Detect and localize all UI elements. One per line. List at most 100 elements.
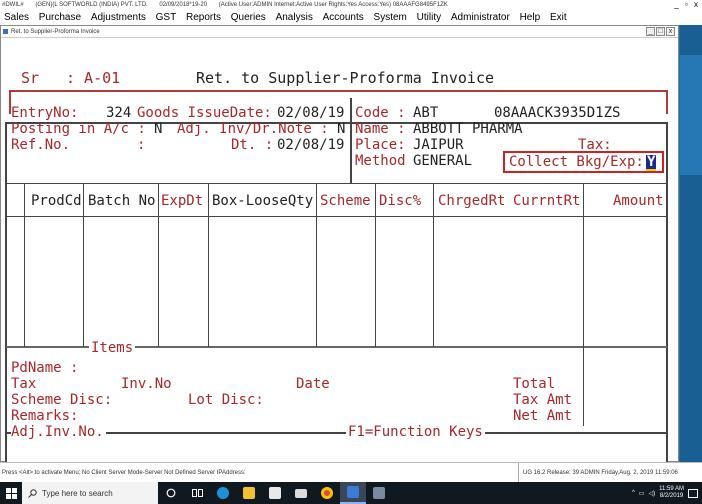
menu-exit[interactable]: Exit	[550, 10, 567, 25]
divider	[350, 98, 352, 184]
col-header-amount[interactable]: Amount	[613, 193, 664, 209]
tax-footer-label: Tax	[11, 376, 37, 392]
pdname-label: PdName :	[11, 360, 79, 376]
close-button[interactable]: x	[666, 27, 675, 36]
col-separator	[208, 183, 209, 347]
col-separator	[583, 347, 584, 426]
name-label: Name :	[355, 121, 406, 137]
name-field[interactable]: ABBOTT PHARMA	[413, 121, 523, 137]
col-header-currntrt[interactable]: CurrntRt	[513, 193, 580, 209]
taskbar-search[interactable]: Type here to search	[22, 482, 158, 504]
edge-browser-icon[interactable]	[210, 482, 236, 504]
col-header-disc[interactable]: Disc%	[379, 193, 421, 209]
sr-label: Sr	[21, 69, 40, 87]
clock[interactable]: 11:59 AM 8/2/2019	[659, 486, 684, 500]
file-explorer-icon[interactable]	[236, 482, 262, 504]
col-header-prodcd[interactable]: ProdCd	[31, 193, 82, 209]
task-view-icon[interactable]	[184, 482, 210, 504]
system-tray: ^ ▭ ◁) 11:59 AM 8/2/2019	[632, 482, 702, 504]
method-field[interactable]: GENERAL	[413, 153, 472, 169]
menu-analysis[interactable]: Analysis	[276, 10, 313, 25]
posting-label: Posting in A/c :	[11, 121, 146, 137]
mail-icon[interactable]	[288, 482, 314, 504]
desktop-background	[680, 25, 702, 462]
inv-no-label: Inv.No	[121, 376, 172, 392]
child-window-title-bar: Ret. to Supplier-Proforma Invoice _ □ x	[1, 26, 678, 38]
tray-arrow-icon[interactable]: ^	[632, 490, 635, 496]
date-label: Date	[296, 376, 330, 392]
ref-no-label: Ref.No.	[11, 137, 71, 153]
status-right: UG 16.2 Release: 39 ADMIN Friday,Aug. 2,…	[518, 463, 678, 483]
document-title: Ret. to Supplier-Proforma Invoice	[196, 69, 495, 87]
menu-system[interactable]: System	[374, 10, 407, 25]
menu-queries[interactable]: Queries	[231, 10, 266, 25]
search-icon	[28, 488, 37, 498]
clock-time: 11:59 AM	[659, 486, 684, 492]
gstin-value: 08AAACK3935D1ZS	[494, 105, 621, 121]
search-placeholder: Type here to search	[42, 488, 113, 498]
adj-inv-no-label: Adj.Inv.No.	[11, 424, 106, 440]
volume-icon[interactable]: ◁)	[648, 490, 655, 497]
taskbar: Type here to search ^ ▭ ◁) 11:59 AM 8/2/…	[0, 482, 702, 504]
entry-no-label: EntryNo:	[11, 105, 79, 121]
col-header-scheme[interactable]: Scheme	[320, 193, 371, 209]
menu-utility[interactable]: Utility	[417, 10, 441, 25]
place-field[interactable]: JAIPUR	[413, 137, 464, 153]
col-separator	[583, 183, 584, 347]
app-title-user: (Active User:ADMIN Internet:Active User …	[218, 2, 448, 8]
store-icon[interactable]	[262, 482, 288, 504]
total-label: Total	[513, 376, 556, 392]
col-header-chrgedrt[interactable]: ChrgedRt	[438, 193, 505, 209]
col-header-batch-no[interactable]: Batch No	[88, 193, 155, 209]
tax-amt-label: Tax Amt	[513, 392, 573, 408]
app-taskbar-icon-2[interactable]	[366, 482, 392, 504]
remarks-label: Remarks:	[11, 408, 79, 424]
menu-purchase[interactable]: Purchase	[39, 10, 81, 25]
collect-bkg-exp-label: Collect Bkg/Exp:	[509, 154, 644, 170]
cortana-icon[interactable]	[158, 482, 184, 504]
menu-accounts[interactable]: Accounts	[323, 10, 364, 25]
window-icon	[3, 29, 8, 34]
net-amt-label: Net Amt	[513, 408, 573, 424]
menu-administrator[interactable]: Administrator	[451, 10, 510, 25]
goods-issue-date-field[interactable]: 02/08/19	[277, 105, 344, 121]
scheme-disc-label: Scheme Disc:	[11, 392, 113, 408]
clock-date: 8/2/2019	[659, 493, 684, 499]
menu-gst[interactable]: GST	[156, 10, 177, 25]
goods-issue-date-label: Goods IssueDate:	[137, 105, 272, 121]
start-button[interactable]	[0, 482, 22, 504]
menu-sales[interactable]: Sales	[4, 10, 29, 25]
menu-reports[interactable]: Reports	[186, 10, 221, 25]
entry-no-field[interactable]: 324	[106, 105, 131, 121]
app-title-bar: #DWIL# (GEN)(L SOFTWORLD (INDIA) PVT. LT…	[0, 0, 702, 10]
posting-field[interactable]: N	[154, 121, 162, 137]
dt-label: Dt. :	[231, 137, 274, 153]
network-icon[interactable]: ▭	[639, 490, 645, 497]
col-separator	[375, 183, 376, 347]
menu-bar: Sales Purchase Adjustments GST Reports Q…	[0, 10, 702, 25]
sr-value[interactable]: : A-01	[66, 70, 120, 86]
notification-icon[interactable]	[688, 488, 698, 498]
code-field[interactable]: ABT	[413, 105, 438, 121]
col-separator	[24, 183, 25, 347]
window-controls[interactable]: _ ▫ x	[674, 0, 700, 10]
child-window: Ret. to Supplier-Proforma Invoice _ □ x …	[0, 25, 679, 465]
col-separator	[316, 183, 317, 347]
menu-help[interactable]: Help	[520, 10, 541, 25]
divider	[6, 216, 667, 217]
chrome-icon[interactable]	[314, 482, 340, 504]
status-bar: Press <Alt> to activate Menu; No Client …	[0, 462, 702, 483]
collect-bkg-exp-field[interactable]: Y	[646, 154, 657, 171]
windows-logo-icon	[5, 487, 17, 499]
adj-inv-field[interactable]: N	[337, 121, 345, 137]
col-header-box-looseqty[interactable]: Box-LooseQty	[212, 193, 313, 209]
app-taskbar-icon[interactable]	[340, 482, 366, 504]
maximize-button[interactable]: □	[656, 27, 665, 36]
menu-adjustments[interactable]: Adjustments	[91, 10, 146, 25]
divider	[6, 183, 667, 184]
items-label: Items	[89, 340, 136, 356]
minimize-button[interactable]: _	[646, 27, 655, 36]
dt-field[interactable]: 02/08/19	[277, 137, 344, 153]
col-separator	[158, 183, 159, 347]
col-header-expdt[interactable]: ExpDt	[161, 193, 203, 209]
